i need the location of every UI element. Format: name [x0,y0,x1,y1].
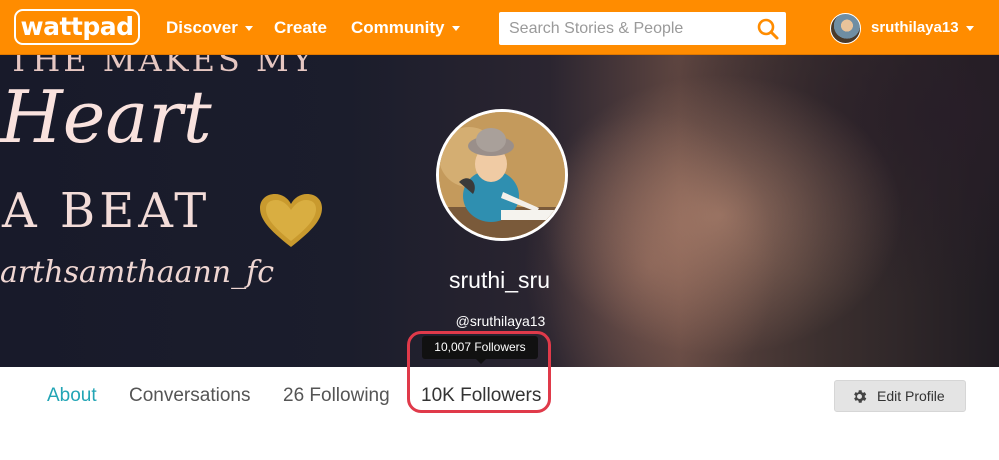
chevron-down-icon [965,25,974,31]
profile-handle: @sruthilaya13 [455,313,546,329]
user-menu[interactable]: sruthilaya13 [871,17,974,39]
profile-display-name: sruthi_sru [449,267,550,293]
wattpad-logo[interactable]: wattpad [14,9,140,45]
tab-about[interactable]: About [47,384,97,408]
profile-photo [439,112,565,238]
search-button[interactable] [756,17,780,41]
cover-text-heart: Heart [0,75,212,159]
cover-text-line3: A BEAT [2,183,211,239]
annotation-highlight-box [407,331,551,413]
search-input[interactable] [499,12,747,45]
search-icon [757,18,779,40]
edit-profile-label: Edit Profile [877,388,945,404]
nav-discover[interactable]: Discover [166,17,253,39]
profile-avatar [436,109,568,241]
nav-community-label: Community [351,18,445,37]
user-avatar[interactable] [830,13,861,44]
nav-create-label: Create [274,18,327,37]
top-navigation-bar: wattpad Discover Create Community sruthi… [0,0,999,55]
user-menu-label: sruthilaya13 [871,19,959,36]
gear-icon [854,390,867,403]
heart-icon [260,194,322,247]
nav-discover-label: Discover [166,18,238,37]
chevron-down-icon [244,26,253,32]
nav-create[interactable]: Create [274,17,327,39]
edit-profile-button[interactable]: Edit Profile [834,380,966,412]
tab-following[interactable]: 26 Following [283,384,390,408]
nav-community[interactable]: Community [351,17,460,39]
search-box [499,12,786,45]
tab-conversations[interactable]: Conversations [129,384,250,408]
chevron-down-icon [451,26,460,32]
